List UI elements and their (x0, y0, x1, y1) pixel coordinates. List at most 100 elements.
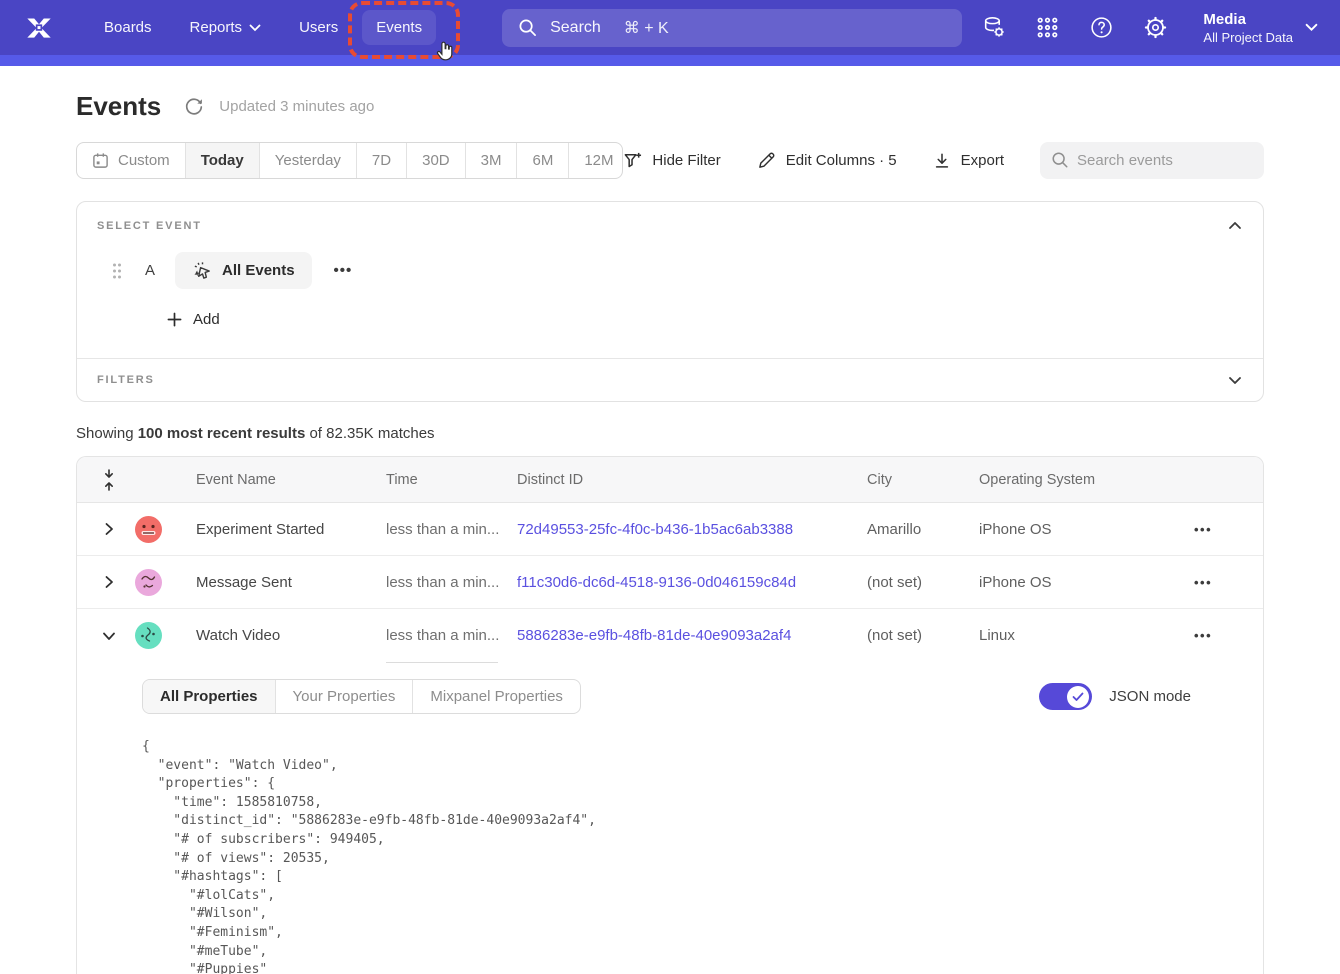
query-builder-panel: SELECT EVENT A (76, 201, 1264, 402)
event-selector-button[interactable]: All Events (175, 252, 312, 289)
nav-item-users[interactable]: Users (285, 10, 352, 45)
help-icon[interactable] (1089, 15, 1114, 40)
header-event-name[interactable]: Event Name (196, 472, 386, 488)
table-row[interactable]: Experiment Started less than a min... 72… (77, 503, 1263, 556)
date-range-picker: Custom Today Yesterday 7D 30D 3M 6M 12M (76, 142, 623, 179)
event-row-menu[interactable]: ••• (334, 262, 353, 279)
date-range-custom[interactable]: Custom (77, 143, 186, 178)
expand-section-icon[interactable] (1227, 372, 1243, 388)
time-column-divider (386, 662, 498, 663)
cell-time: less than a min... (386, 521, 517, 538)
cell-os: Linux (979, 627, 1194, 644)
table-header-row: Event Name Time Distinct ID City Operati… (77, 457, 1263, 503)
row-menu-button[interactable]: ••• (1194, 628, 1263, 643)
avatar-face-icon (135, 622, 162, 649)
cell-event-name: Experiment Started (196, 521, 386, 538)
date-range-3m[interactable]: 3M (466, 143, 518, 178)
table-row[interactable]: Watch Video less than a min... 5886283e-… (77, 609, 1263, 662)
cell-event-name: Message Sent (196, 574, 386, 591)
page-content: Events Updated 3 minutes ago Custom Toda… (0, 91, 1340, 974)
apps-grid-icon[interactable] (1035, 15, 1060, 40)
nav-item-events-wrapper: Events (362, 10, 446, 45)
select-event-section: SELECT EVENT A (77, 202, 1263, 358)
tab-your-properties[interactable]: Your Properties (276, 680, 414, 713)
header-distinct-id[interactable]: Distinct ID (517, 472, 867, 488)
event-avatar (135, 622, 162, 649)
export-button[interactable]: Export (933, 152, 1004, 170)
edit-columns-button[interactable]: Edit Columns · 5 (757, 151, 897, 170)
search-icon (1051, 151, 1069, 169)
global-search[interactable]: Search ⌘ + K (502, 9, 962, 47)
cell-distinct-id-link[interactable]: 5886283e-e9fb-48fb-81de-40e9093a2af4 (517, 627, 867, 644)
collapse-row-icon[interactable] (102, 629, 116, 643)
all-events-icon (192, 260, 213, 281)
header-os[interactable]: Operating System (979, 472, 1194, 488)
updated-timestamp: Updated 3 minutes ago (219, 98, 374, 115)
calendar-icon (92, 152, 109, 169)
select-event-label: SELECT EVENT (97, 220, 202, 232)
chevron-down-icon (1305, 23, 1318, 32)
mixpanel-logo-icon[interactable] (22, 11, 56, 45)
nav-item-boards[interactable]: Boards (90, 10, 166, 45)
pointer-cursor-icon (434, 39, 456, 63)
table-row[interactable]: Message Sent less than a min... f11c30d6… (77, 556, 1263, 609)
row-menu-button[interactable]: ••• (1194, 575, 1263, 590)
date-range-12m[interactable]: 12M (569, 143, 623, 178)
date-range-today[interactable]: Today (186, 143, 260, 178)
filters-section: FILTERS (77, 358, 1263, 401)
check-icon (1072, 692, 1084, 702)
avatar-face-icon (135, 569, 162, 596)
filters-label: FILTERS (97, 374, 155, 386)
hide-filter-button[interactable]: Hide Filter (623, 151, 720, 170)
event-query-row: A All Events ••• (97, 252, 1243, 289)
tab-all-properties[interactable]: All Properties (143, 680, 276, 713)
collapse-all-icon[interactable] (101, 469, 117, 491)
chevron-down-icon (249, 24, 261, 32)
event-json-viewer[interactable]: { "event": "Watch Video", "properties": … (142, 738, 1243, 974)
header-city[interactable]: City (867, 472, 979, 488)
nav-item-events[interactable]: Events (362, 10, 436, 45)
json-mode-toggle[interactable] (1039, 683, 1092, 710)
top-navbar: Boards Reports Users Events Search ⌘ + K (0, 0, 1340, 66)
event-row-letter: A (145, 262, 155, 279)
project-scope: All Project Data (1203, 29, 1293, 46)
search-icon (518, 18, 537, 37)
expand-row-icon[interactable] (102, 575, 116, 589)
tab-mixpanel-properties[interactable]: Mixpanel Properties (413, 680, 580, 713)
filter-icon (623, 151, 642, 170)
cell-os: iPhone OS (979, 574, 1194, 591)
date-range-yesterday[interactable]: Yesterday (260, 143, 357, 178)
event-avatar (135, 516, 162, 543)
data-management-icon[interactable] (981, 15, 1006, 40)
collapse-section-icon[interactable] (1227, 218, 1243, 234)
nav-item-reports[interactable]: Reports (176, 10, 276, 45)
cell-distinct-id-link[interactable]: 72d49553-25fc-4f0c-b436-1b5ac6ab3388 (517, 521, 867, 538)
settings-gear-icon[interactable] (1143, 15, 1168, 40)
expand-row-icon[interactable] (102, 522, 116, 536)
events-table: Event Name Time Distinct ID City Operati… (76, 456, 1264, 974)
cell-distinct-id-link[interactable]: f11c30d6-dc6d-4518-9136-0d046159c84d (517, 574, 867, 591)
date-range-7d[interactable]: 7D (357, 143, 407, 178)
pencil-icon (757, 151, 776, 170)
page-title: Events (76, 91, 161, 122)
refresh-icon[interactable] (184, 97, 204, 117)
avatar-face-icon (135, 516, 162, 543)
header-time[interactable]: Time (386, 472, 517, 488)
date-range-30d[interactable]: 30D (407, 143, 466, 178)
date-range-6m[interactable]: 6M (517, 143, 569, 178)
add-event-button[interactable]: Add (167, 311, 220, 328)
cell-city: (not set) (867, 574, 979, 591)
drag-handle-icon[interactable] (111, 262, 123, 280)
project-switcher[interactable]: Media All Project Data (1203, 10, 1318, 46)
toggle-knob (1067, 686, 1089, 708)
cell-city: Amarillo (867, 521, 979, 538)
cell-city: (not set) (867, 627, 979, 644)
results-summary: Showing 100 most recent results of 82.35… (76, 425, 1264, 442)
cell-time: less than a min... (386, 574, 517, 591)
row-detail-panel: All Properties Your Properties Mixpanel … (77, 662, 1263, 974)
plus-icon (167, 312, 182, 327)
row-menu-button[interactable]: ••• (1194, 522, 1263, 537)
cell-event-name: Watch Video (196, 627, 386, 644)
search-events-input[interactable] (1040, 142, 1264, 179)
cell-os: iPhone OS (979, 521, 1194, 538)
